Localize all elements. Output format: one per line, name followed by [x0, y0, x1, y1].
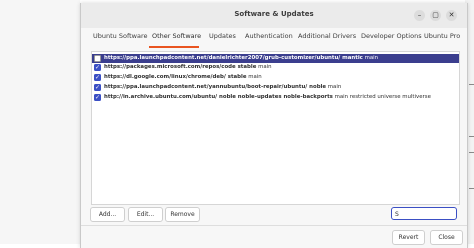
tab-ubuntu-pro[interactable]: Ubuntu Pro: [424, 32, 460, 40]
search-input[interactable]: S: [391, 207, 457, 220]
source-checkbox[interactable]: ✓: [94, 94, 101, 101]
source-text: https://dl.google.com/linux/chrome/deb/ …: [104, 73, 262, 82]
background-desktop-left: [0, 0, 80, 244]
tab-updates[interactable]: Updates: [209, 32, 236, 40]
source-components: main: [326, 84, 342, 90]
source-row[interactable]: https://ppa.launchpadcontent.net/danielr…: [92, 54, 459, 63]
remove-source-button[interactable]: Remove: [165, 207, 200, 222]
source-checkbox[interactable]: [94, 55, 101, 62]
close-window-button[interactable]: ✕: [446, 10, 457, 21]
divider: [81, 225, 467, 226]
background-mark: [469, 152, 474, 153]
window-title: Software & Updates: [234, 10, 314, 18]
sources-list: https://ppa.launchpadcontent.net/danielr…: [91, 51, 460, 205]
tab-developer-options[interactable]: Developer Options: [361, 32, 422, 40]
source-row[interactable]: ✓ http://in.archive.ubuntu.com/ubuntu/ n…: [92, 93, 459, 102]
source-row[interactable]: ✓ https://ppa.launchpadcontent.net/yannu…: [92, 83, 459, 92]
source-url: https://ppa.launchpadcontent.net/yannubu…: [104, 84, 327, 90]
tab-bar: Ubuntu Software Other Software Updates A…: [81, 29, 467, 49]
background-mark: [469, 188, 474, 189]
tab-other-software[interactable]: Other Software: [152, 32, 201, 40]
maximize-button[interactable]: ▢: [430, 10, 441, 21]
source-components: main restricted universe multiverse: [332, 94, 431, 100]
source-url: https://dl.google.com/linux/chrome/deb/ …: [104, 74, 247, 80]
tab-ubuntu-software[interactable]: Ubuntu Software: [93, 32, 148, 40]
source-text: https://packages.microsoft.com/repos/cod…: [104, 63, 272, 72]
source-components: main: [256, 64, 272, 70]
source-text: https://ppa.launchpadcontent.net/yannubu…: [104, 83, 341, 92]
revert-button[interactable]: Revert: [392, 230, 425, 245]
source-url: https://ppa.launchpadcontent.net/danielr…: [104, 55, 363, 61]
source-components: main: [246, 74, 262, 80]
title-bar: Software & Updates – ▢ ✕: [81, 3, 467, 28]
edit-source-button[interactable]: Edit...: [128, 207, 163, 222]
active-tab-indicator: [149, 46, 199, 48]
close-button[interactable]: Close: [430, 230, 463, 245]
source-url: https://packages.microsoft.com/repos/cod…: [104, 64, 257, 70]
source-row[interactable]: ✓ https://dl.google.com/linux/chrome/deb…: [92, 73, 459, 82]
tab-additional-drivers[interactable]: Additional Drivers: [298, 32, 356, 40]
source-components: main: [362, 55, 379, 61]
add-source-button[interactable]: Add...: [90, 207, 125, 222]
source-row[interactable]: ✓ https://packages.microsoft.com/repos/c…: [92, 63, 459, 72]
minimize-button[interactable]: –: [414, 10, 425, 21]
background-mark: [469, 136, 474, 137]
source-checkbox[interactable]: ✓: [94, 64, 101, 71]
source-text: https://ppa.launchpadcontent.net/danielr…: [104, 54, 378, 63]
source-checkbox[interactable]: ✓: [94, 84, 101, 91]
source-url: http://in.archive.ubuntu.com/ubuntu/ nob…: [104, 94, 333, 100]
tab-authentication[interactable]: Authentication: [245, 32, 293, 40]
background-mark: [469, 84, 474, 85]
source-text: http://in.archive.ubuntu.com/ubuntu/ nob…: [104, 93, 431, 102]
software-updates-window: Software & Updates – ▢ ✕ Ubuntu Software…: [80, 3, 468, 248]
source-checkbox[interactable]: ✓: [94, 74, 101, 81]
